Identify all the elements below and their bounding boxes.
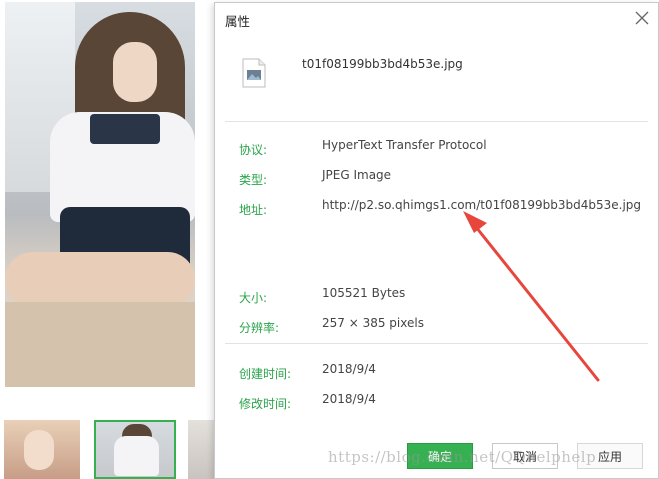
resolution-label: 分辨率: (239, 321, 280, 335)
resolution-value: 257 × 385 pixels (322, 316, 424, 330)
protocol-value: HyperText Transfer Protocol (322, 138, 487, 152)
type-value: JPEG Image (322, 168, 392, 182)
file-name: t01f08199bb3bd4b53e.jpg (302, 57, 463, 71)
thumbnail-2-selected[interactable] (94, 420, 176, 479)
separator (225, 121, 648, 122)
address-value[interactable]: http://p2.so.qhimgs1.com/t01f08199bb3bd4… (322, 198, 641, 212)
thumbnail-strip (0, 420, 215, 479)
close-icon[interactable] (634, 10, 650, 26)
main-photo (5, 2, 195, 387)
separator (225, 343, 648, 344)
watermark: https://blog.csdn.net/QQhelphelp (328, 448, 597, 466)
address-label: 地址: (239, 203, 268, 217)
protocol-label: 协议: (239, 143, 268, 157)
created-time-value: 2018/9/4 (322, 362, 376, 376)
properties-dialog: 属性 t01f08199bb3bd4b53e.jpg 协议: HyperText… (214, 2, 659, 479)
size-label: 大小: (239, 291, 268, 305)
size-value: 105521 Bytes (322, 286, 406, 300)
created-time-label: 创建时间: (239, 367, 292, 381)
modified-time-label: 修改时间: (239, 397, 292, 411)
modified-time-value: 2018/9/4 (322, 392, 376, 406)
dialog-title: 属性 (225, 14, 251, 29)
thumbnail-1[interactable] (4, 420, 80, 479)
thumbnail-3[interactable] (188, 420, 215, 479)
type-label: 类型: (239, 173, 268, 187)
image-file-icon (242, 58, 266, 88)
